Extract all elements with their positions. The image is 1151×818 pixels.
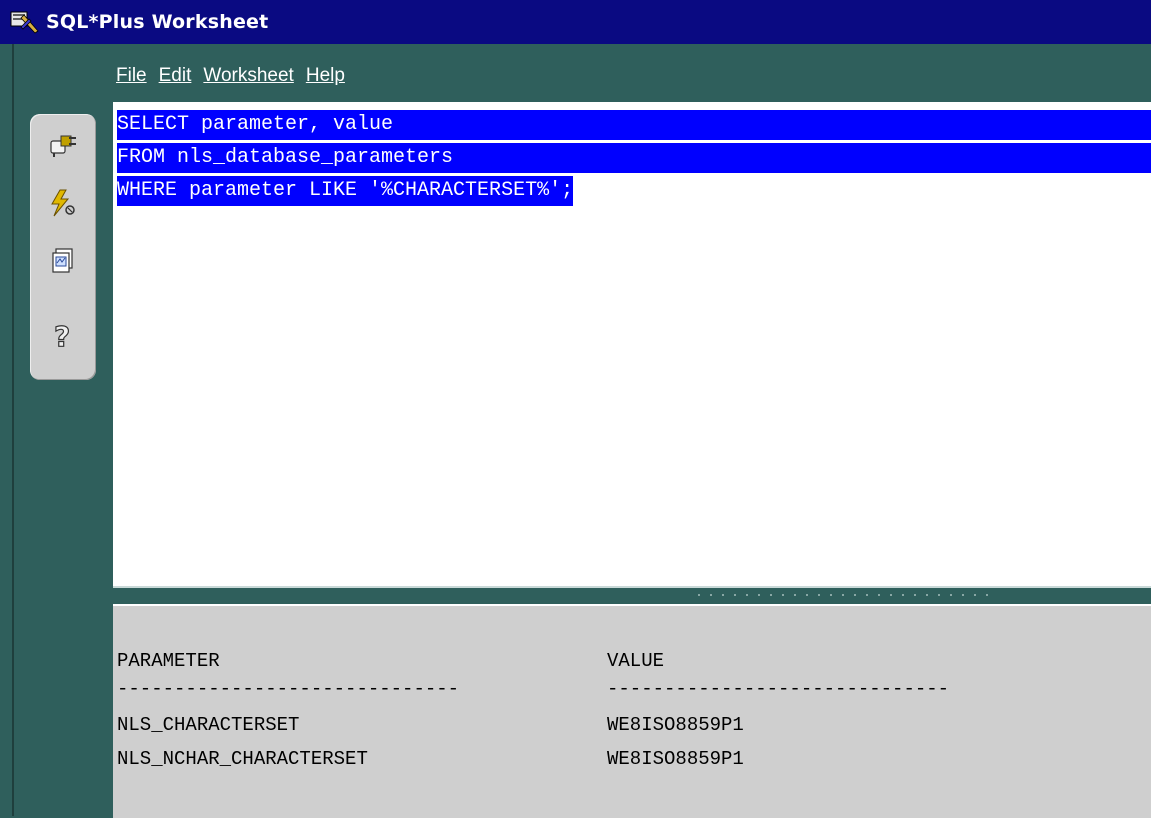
menu-edit[interactable]: Edit [159, 65, 192, 87]
result-row-2-value: WE8ISO8859P1 [607, 748, 744, 770]
menu-bar: File Edit Worksheet Help [116, 58, 357, 94]
editor-line-1[interactable]: SELECT parameter, value [117, 110, 1151, 140]
menu-worksheet-label: Worksheet [203, 65, 294, 86]
editor-line-3[interactable]: WHERE parameter LIKE '%CHARACTERSET%'; [117, 176, 574, 206]
command-history-icon [48, 246, 78, 281]
command-history-button[interactable] [46, 246, 80, 280]
sql-editor[interactable]: SELECT parameter, value FROM nls_databas… [113, 102, 1151, 588]
menu-edit-label: Edit [158, 65, 192, 86]
result-separator-parameter: ------------------------------ [117, 678, 460, 700]
title-bar[interactable]: SQL*Plus Worksheet [0, 0, 1151, 44]
result-row-2-parameter: NLS_NCHAR_CHARACTERSET [117, 748, 368, 770]
lightning-execute-icon [48, 188, 78, 223]
menu-file[interactable]: File [116, 65, 147, 87]
menu-help[interactable]: Help [306, 65, 345, 87]
menu-worksheet[interactable]: Worksheet [203, 65, 293, 87]
menu-help-label: Help [305, 65, 345, 86]
result-header-parameter: PARAMETER [117, 650, 220, 672]
results-pane[interactable]: PARAMETER VALUE ------------------------… [113, 604, 1151, 818]
pane-splitter[interactable] [113, 586, 1151, 604]
result-separator-value: ------------------------------ [607, 678, 950, 700]
sqlplus-worksheet-icon [10, 9, 40, 35]
splitter-grip[interactable] [693, 591, 993, 599]
window-title: SQL*Plus Worksheet [46, 11, 269, 33]
help-button[interactable]: ? [46, 319, 80, 356]
result-header-value: VALUE [607, 650, 665, 672]
app-window: SQL*Plus Worksheet File Edit Worksheet H… [0, 0, 1151, 818]
svg-text:?: ? [54, 320, 70, 351]
editor-line-2[interactable]: FROM nls_database_parameters [117, 143, 1151, 173]
result-row-1-value: WE8ISO8859P1 [607, 714, 744, 736]
help-question-icon: ? [48, 319, 78, 356]
execute-button[interactable] [46, 188, 80, 222]
connect-button[interactable] [46, 128, 80, 162]
menu-file-label: File [116, 65, 147, 86]
vertical-toolbar: ? [30, 114, 96, 380]
left-frame-edge [0, 44, 14, 816]
result-row-1-parameter: NLS_CHARACTERSET [117, 714, 300, 736]
plug-connect-icon [48, 128, 78, 163]
